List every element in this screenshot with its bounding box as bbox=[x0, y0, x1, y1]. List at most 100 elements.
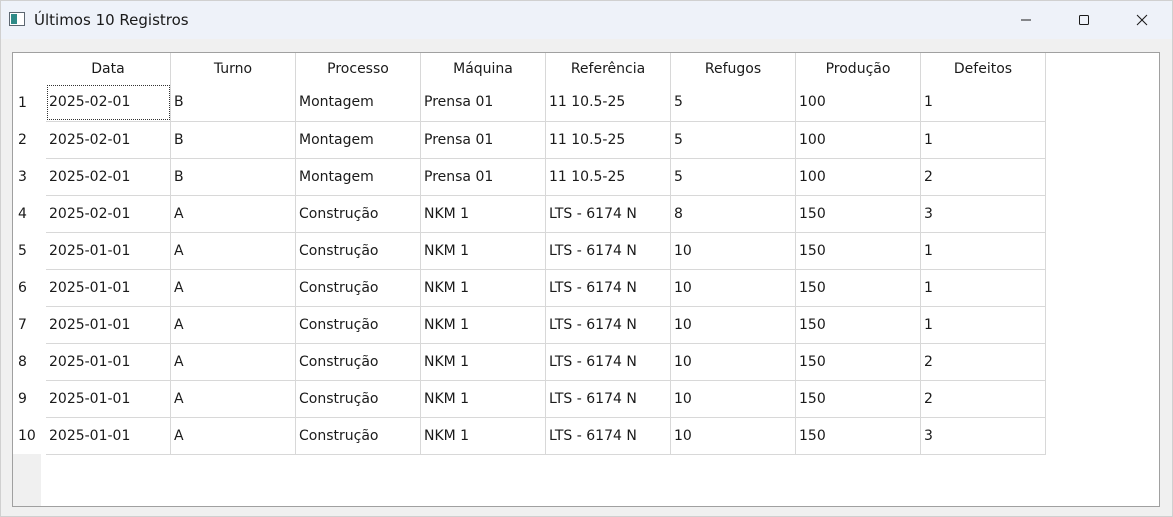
cell-producao[interactable]: 150 bbox=[795, 306, 921, 344]
cell-producao[interactable]: 150 bbox=[795, 380, 921, 418]
cell-producao[interactable]: 100 bbox=[795, 121, 921, 159]
cell-processo[interactable]: Construção bbox=[295, 195, 421, 233]
cell-referencia[interactable]: LTS - 6174 N bbox=[545, 343, 671, 381]
table-row[interactable]: 10 2025-01-01 A Construção NKM 1 LTS - 6174 N… bbox=[13, 417, 1046, 455]
cell-data[interactable]: 2025-02-01 bbox=[46, 195, 171, 233]
cell-turno[interactable]: B bbox=[170, 158, 296, 196]
title-bar[interactable]: Últimos 10 Registros bbox=[1, 1, 1172, 39]
cell-turno[interactable]: A bbox=[170, 417, 296, 455]
cell-processo[interactable]: Montagem bbox=[295, 84, 421, 122]
cell-refugos[interactable]: 10 bbox=[670, 343, 796, 381]
row-header[interactable]: 1 bbox=[13, 84, 46, 121]
minimize-button[interactable] bbox=[997, 1, 1055, 39]
cell-data[interactable]: 2025-01-01 bbox=[46, 417, 171, 455]
cell-processo[interactable]: Construção bbox=[295, 343, 421, 381]
cell-producao[interactable]: 100 bbox=[795, 84, 921, 122]
cell-defeitos[interactable]: 3 bbox=[920, 417, 1046, 455]
cell-refugos[interactable]: 10 bbox=[670, 269, 796, 307]
cell-referencia[interactable]: 11 10.5-25 bbox=[545, 84, 671, 122]
row-header[interactable]: 9 bbox=[13, 380, 46, 417]
row-header[interactable]: 6 bbox=[13, 269, 46, 306]
cell-refugos[interactable]: 10 bbox=[670, 380, 796, 418]
cell-referencia[interactable]: LTS - 6174 N bbox=[545, 306, 671, 344]
cell-refugos[interactable]: 8 bbox=[670, 195, 796, 233]
cell-refugos[interactable]: 5 bbox=[670, 121, 796, 159]
table-row[interactable]: 9 2025-01-01 A Construção NKM 1 LTS - 6174 N1… bbox=[13, 380, 1046, 418]
cell-maquina[interactable]: NKM 1 bbox=[420, 417, 546, 455]
cell-turno[interactable]: A bbox=[170, 269, 296, 307]
column-header-data[interactable]: Data bbox=[46, 53, 171, 84]
cell-defeitos[interactable]: 2 bbox=[920, 343, 1046, 381]
cell-producao[interactable]: 150 bbox=[795, 269, 921, 307]
cell-maquina[interactable]: NKM 1 bbox=[420, 232, 546, 270]
cell-turno[interactable]: A bbox=[170, 195, 296, 233]
cell-referencia[interactable]: LTS - 6174 N bbox=[545, 232, 671, 270]
column-header-maquina[interactable]: Máquina bbox=[420, 53, 546, 84]
table-row[interactable]: 6 2025-01-01 A Construção NKM 1 LTS - 6174 N1… bbox=[13, 269, 1046, 307]
table-row[interactable]: 8 2025-01-01 A Construção NKM 1 LTS - 6174 N1… bbox=[13, 343, 1046, 381]
cell-refugos[interactable]: 10 bbox=[670, 417, 796, 455]
cell-producao[interactable]: 150 bbox=[795, 417, 921, 455]
row-header[interactable]: 10 bbox=[13, 417, 46, 454]
cell-processo[interactable]: Construção bbox=[295, 417, 421, 455]
cell-producao[interactable]: 150 bbox=[795, 195, 921, 233]
cell-defeitos[interactable]: 1 bbox=[920, 84, 1046, 122]
cell-data[interactable]: 2025-01-01 bbox=[46, 232, 171, 270]
cell-defeitos[interactable]: 1 bbox=[920, 269, 1046, 307]
cell-processo[interactable]: Montagem bbox=[295, 158, 421, 196]
cell-processo[interactable]: Construção bbox=[295, 380, 421, 418]
corner-header[interactable] bbox=[13, 53, 46, 84]
cell-data[interactable]: 2025-02-01 bbox=[46, 158, 171, 196]
table-row[interactable]: 3 2025-02-01 B Montagem Prensa 01 11 10.5-25 5… bbox=[13, 158, 1046, 196]
cell-data[interactable]: 2025-01-01 bbox=[46, 269, 171, 307]
row-header[interactable]: 4 bbox=[13, 195, 46, 232]
cell-defeitos[interactable]: 3 bbox=[920, 195, 1046, 233]
cell-processo[interactable]: Montagem bbox=[295, 121, 421, 159]
cell-refugos[interactable]: 10 bbox=[670, 232, 796, 270]
cell-producao[interactable]: 100 bbox=[795, 158, 921, 196]
column-header-turno[interactable]: Turno bbox=[170, 53, 296, 84]
cell-turno[interactable]: A bbox=[170, 380, 296, 418]
cell-referencia[interactable]: LTS - 6174 N bbox=[545, 195, 671, 233]
cell-defeitos[interactable]: 1 bbox=[920, 232, 1046, 270]
cell-turno[interactable]: B bbox=[170, 121, 296, 159]
cell-maquina[interactable]: Prensa 01 bbox=[420, 121, 546, 159]
cell-data[interactable]: 2025-01-01 bbox=[46, 306, 171, 344]
table-row[interactable]: 7 2025-01-01 A Construção NKM 1 LTS - 6174 N1… bbox=[13, 306, 1046, 344]
row-header[interactable]: 2 bbox=[13, 121, 46, 158]
cell-data[interactable]: 2025-01-01 bbox=[46, 343, 171, 381]
cell-referencia[interactable]: LTS - 6174 N bbox=[545, 417, 671, 455]
cell-defeitos[interactable]: 2 bbox=[920, 158, 1046, 196]
cell-turno[interactable]: A bbox=[170, 232, 296, 270]
cell-turno[interactable]: B bbox=[170, 84, 296, 122]
cell-processo[interactable]: Construção bbox=[295, 269, 421, 307]
close-button[interactable] bbox=[1113, 1, 1171, 39]
cell-refugos[interactable]: 10 bbox=[670, 306, 796, 344]
table-row[interactable]: 4 2025-02-01 A Construção NKM 1 LTS - 6174 N8… bbox=[13, 195, 1046, 233]
table-row[interactable]: 1 2025-02-01 B Montagem Prensa 01 11 10.5-25 5… bbox=[13, 84, 1046, 122]
cell-maquina[interactable]: Prensa 01 bbox=[420, 84, 546, 122]
row-header[interactable]: 5 bbox=[13, 232, 46, 269]
cell-refugos[interactable]: 5 bbox=[670, 84, 796, 122]
cell-producao[interactable]: 150 bbox=[795, 343, 921, 381]
row-header[interactable]: 8 bbox=[13, 343, 46, 380]
cell-maquina[interactable]: NKM 1 bbox=[420, 269, 546, 307]
column-header-producao[interactable]: Produção bbox=[795, 53, 921, 84]
cell-maquina[interactable]: NKM 1 bbox=[420, 380, 546, 418]
column-header-refugos[interactable]: Refugos bbox=[670, 53, 796, 84]
cell-maquina[interactable]: Prensa 01 bbox=[420, 158, 546, 196]
cell-defeitos[interactable]: 1 bbox=[920, 306, 1046, 344]
cell-defeitos[interactable]: 1 bbox=[920, 121, 1046, 159]
cell-defeitos[interactable]: 2 bbox=[920, 380, 1046, 418]
cell-refugos[interactable]: 5 bbox=[670, 158, 796, 196]
cell-data[interactable]: 2025-02-01 bbox=[46, 121, 171, 159]
cell-data[interactable]: 2025-01-01 bbox=[46, 380, 171, 418]
cell-referencia[interactable]: 11 10.5-25 bbox=[545, 121, 671, 159]
cell-processo[interactable]: Construção bbox=[295, 306, 421, 344]
table-row[interactable]: 2 2025-02-01 B Montagem Prensa 01 11 10.5-25 5… bbox=[13, 121, 1046, 159]
cell-turno[interactable]: A bbox=[170, 306, 296, 344]
cell-producao[interactable]: 150 bbox=[795, 232, 921, 270]
table-row[interactable]: 5 2025-01-01 A Construção NKM 1 LTS - 6174 N1… bbox=[13, 232, 1046, 270]
maximize-button[interactable] bbox=[1055, 1, 1113, 39]
cell-maquina[interactable]: NKM 1 bbox=[420, 195, 546, 233]
